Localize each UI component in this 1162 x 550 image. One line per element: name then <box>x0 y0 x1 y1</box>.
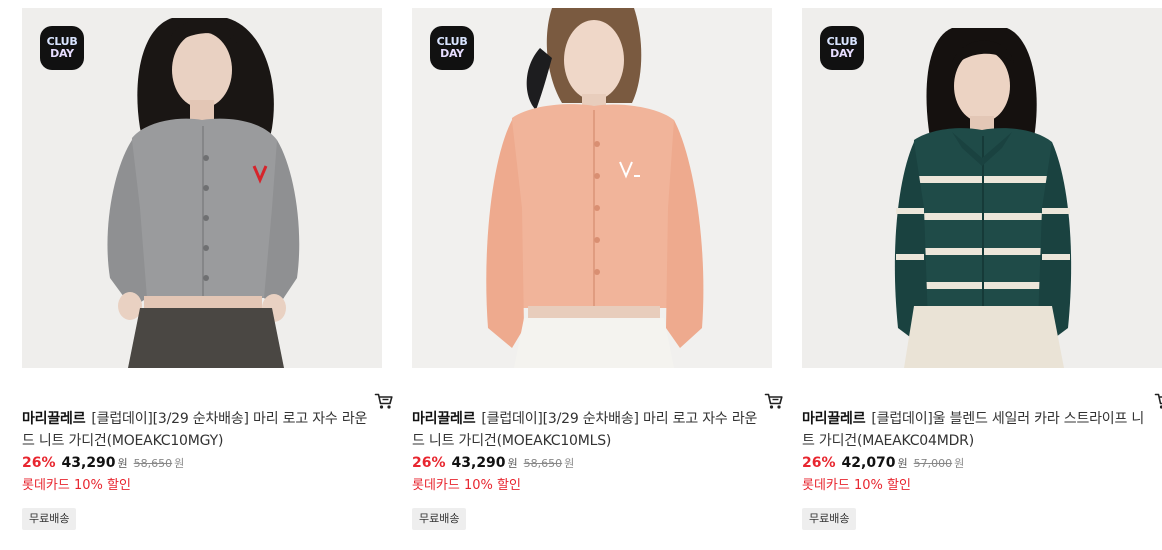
add-to-cart-icon[interactable] <box>764 391 784 411</box>
product-card[interactable]: CLUB DAY 마리끌레르 [클럽데이]울 블렌드 세일러 카라 스트라이프 니… <box>802 8 1162 530</box>
sale-price: 43,290 <box>61 455 116 471</box>
brand-name: 마리끌레르 <box>22 411 86 427</box>
sale-price: 42,070 <box>841 455 896 471</box>
brand-name: 마리끌레르 <box>802 411 866 427</box>
club-day-badge-icon: CLUB DAY <box>820 26 864 70</box>
original-price: 58,650 <box>523 457 563 470</box>
discount-rate: 26% <box>22 455 56 471</box>
discount-rate: 26% <box>412 455 446 471</box>
free-shipping-tag: 무료배송 <box>22 508 77 530</box>
club-day-badge-icon: CLUB DAY <box>40 26 84 70</box>
currency-unit: 원 <box>117 457 128 470</box>
add-to-cart-icon[interactable] <box>1154 391 1162 411</box>
product-card[interactable]: CLUB DAY 마리끌레르 [클럽데이][3/29 순차배송] 마리 로고 자수… <box>412 8 783 530</box>
discount-rate: 26% <box>802 455 836 471</box>
currency-unit: 원 <box>897 457 908 470</box>
product-image[interactable]: CLUB DAY <box>412 8 772 368</box>
brand-name: 마리끌레르 <box>412 411 476 427</box>
card-discount-promo: 롯데카드 10% 할인 <box>22 478 131 493</box>
sale-price: 43,290 <box>451 455 506 471</box>
price-row: 26% 42,070 원 57,000 원 <box>802 455 1162 475</box>
product-grid: CLUB DAY 마리끌레르 [클럽데이][3/29 순차배송] 마리 로고 자수… <box>0 0 1162 550</box>
product-title[interactable]: 마리끌레르 [클럽데이]울 블렌드 세일러 카라 스트라이프 니트 가디건(MAE… <box>802 408 1154 452</box>
card-discount-promo: 롯데카드 10% 할인 <box>802 478 911 493</box>
price-row: 26% 43,290 원 58,650 원 <box>22 455 382 475</box>
original-currency-unit: 원 <box>954 457 965 470</box>
card-discount-promo: 롯데카드 10% 할인 <box>412 478 521 493</box>
price-row: 26% 43,290 원 58,650 원 <box>412 455 772 475</box>
original-price: 58,650 <box>133 457 173 470</box>
product-title[interactable]: 마리끌레르 [클럽데이][3/29 순차배송] 마리 로고 자수 라운드 니트 가… <box>412 408 764 452</box>
original-currency-unit: 원 <box>174 457 185 470</box>
product-image[interactable]: CLUB DAY <box>22 8 382 368</box>
original-currency-unit: 원 <box>564 457 575 470</box>
product-image[interactable]: CLUB DAY <box>802 8 1162 368</box>
club-day-badge-icon: CLUB DAY <box>430 26 474 70</box>
original-price: 57,000 <box>913 457 953 470</box>
currency-unit: 원 <box>507 457 518 470</box>
product-title[interactable]: 마리끌레르 [클럽데이][3/29 순차배송] 마리 로고 자수 라운드 니트 가… <box>22 408 374 452</box>
free-shipping-tag: 무료배송 <box>412 508 467 530</box>
add-to-cart-icon[interactable] <box>374 391 394 411</box>
product-card[interactable]: CLUB DAY 마리끌레르 [클럽데이][3/29 순차배송] 마리 로고 자수… <box>22 8 393 530</box>
free-shipping-tag: 무료배송 <box>802 508 857 530</box>
